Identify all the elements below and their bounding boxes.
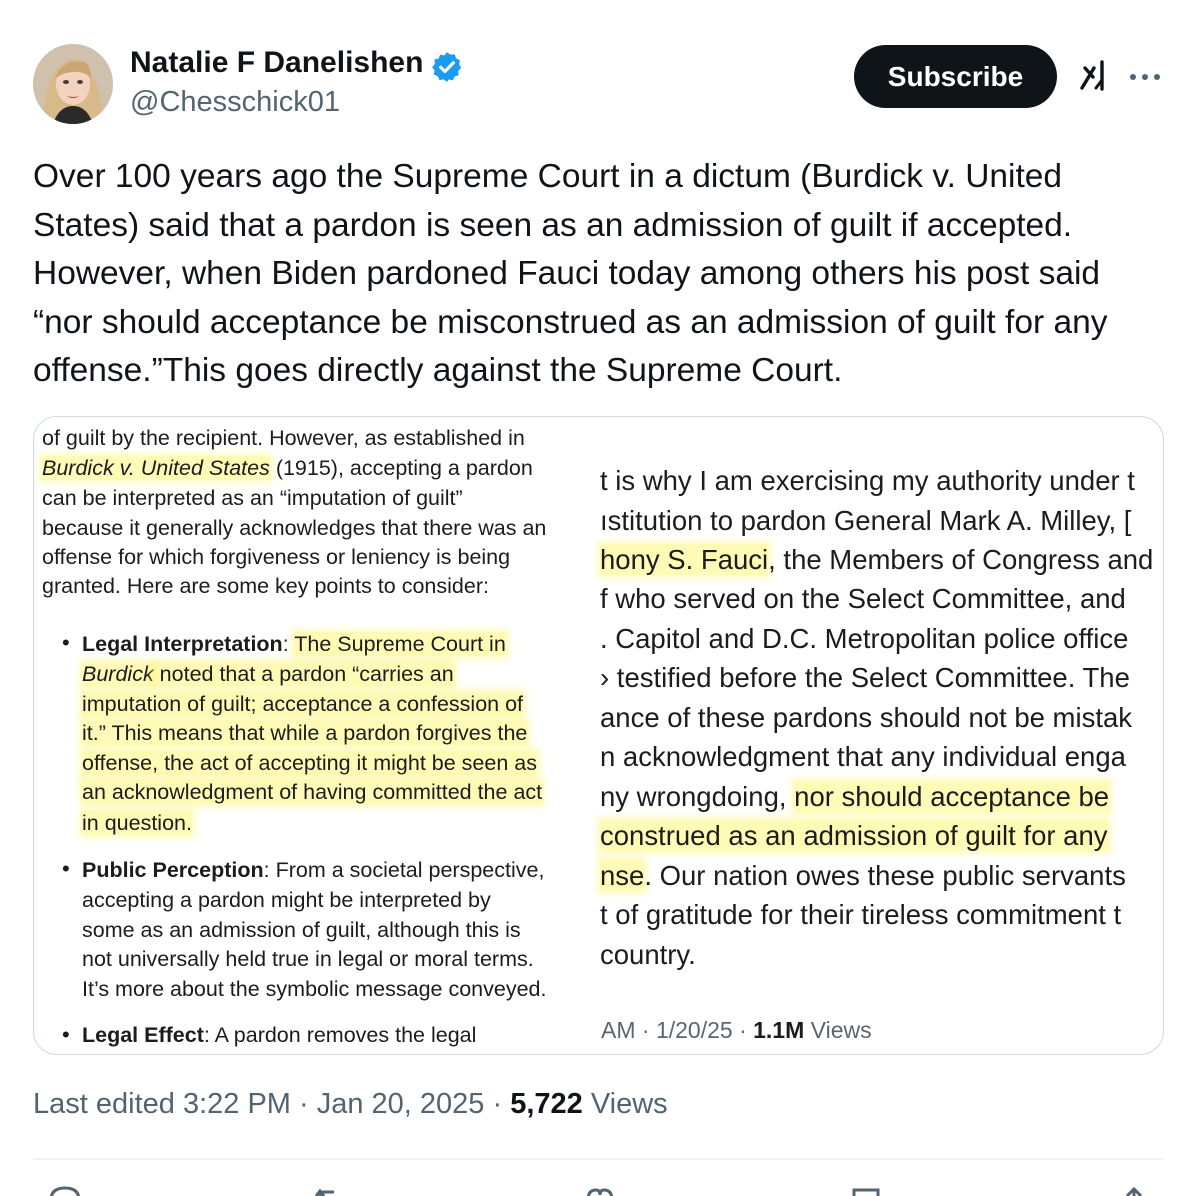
left-p1-line: offense for which forgiveness or lenienc… <box>42 545 511 569</box>
right-line: country. <box>600 939 696 970</box>
tweet-media-image[interactable]: of guilt by the recipient. However, as e… <box>33 416 1164 1055</box>
bullet-line: accepting a pardon might be interpreted … <box>82 888 491 912</box>
left-p1-line: Burdick v. United States (1915), accepti… <box>42 456 533 481</box>
tweet-meta: Last edited 3:22 PM · Jan 20, 2025 · 5,7… <box>33 1088 668 1121</box>
right-line: ance of these pardons should not be mist… <box>600 702 1133 733</box>
embedded-post-views: 1.1M <box>753 1017 805 1043</box>
right-line: ny wrongdoing, nor should acceptance be <box>600 781 1110 813</box>
bullet-line: offense, the act of accepting it might b… <box>82 751 537 776</box>
right-line: t is why I am exercising my authority un… <box>600 465 1135 496</box>
bookmark-icon[interactable] <box>846 1180 886 1196</box>
author-name[interactable]: Natalie F Danelishen <box>130 46 423 80</box>
right-line: n acknowledgment that any individual eng… <box>600 741 1126 772</box>
left-case-name: Burdick v. United States <box>42 456 270 480</box>
like-icon[interactable] <box>580 1180 620 1196</box>
bullet-line: an acknowledgment of having committed th… <box>82 780 543 805</box>
left-text-fragment: noted that a pardon “carries an <box>153 662 454 686</box>
views-label: Views <box>582 1088 668 1120</box>
verified-badge-icon <box>432 52 462 82</box>
embedded-post-time: AM · 1/20/25 · <box>601 1017 754 1043</box>
embedded-post-meta: AM · 1/20/25 · 1.1M Views <box>601 1017 872 1044</box>
right-line: hony S. Fauci, the Members of Congress a… <box>600 544 1153 576</box>
right-text-fragment: construed as an admission of guilt for a… <box>600 820 1108 851</box>
bullet-dot: • <box>62 856 70 881</box>
left-text-fragment: in question. <box>82 811 192 835</box>
left-p1-line: can be interpreted as an “imputation of … <box>42 486 463 510</box>
right-text-fragment: hony S. Fauci <box>600 544 769 575</box>
left-text-fragment: From a societal perspective, <box>269 858 545 882</box>
bullet-line: Legal Interpretation: The Supreme Court … <box>82 632 506 657</box>
media-left-panel: of guilt by the recipient. However, as e… <box>34 417 586 1054</box>
subscribe-button[interactable]: Subscribe <box>854 45 1057 108</box>
left-text-fragment: offense, the act of accepting it might b… <box>82 751 537 775</box>
left-text-fragment: it.” This means that while a pardon forg… <box>82 721 528 745</box>
retweet-icon[interactable] <box>310 1180 350 1196</box>
right-line: nse. Our nation owes these public servan… <box>600 860 1126 892</box>
media-right-panel: t is why I am exercising my authority un… <box>586 417 1163 1054</box>
author-handle[interactable]: @Chesschick01 <box>130 86 340 119</box>
left-text-fragment: an acknowledgment of having committed th… <box>82 780 543 804</box>
bullet-line: Public Perception: From a societal persp… <box>82 858 544 883</box>
right-text-fragment: . Our nation owes these public servants <box>644 860 1126 891</box>
avatar[interactable] <box>33 44 113 124</box>
right-text-fragment: nor should acceptance be <box>794 781 1110 812</box>
right-line: › testified before the Select Committee.… <box>600 662 1130 693</box>
divider <box>33 1158 1164 1160</box>
bullet-line: imputation of guilt; acceptance a confes… <box>82 692 524 717</box>
more-icon[interactable] <box>1128 72 1162 82</box>
bullet-line: Legal Effect: A pardon removes the legal <box>82 1023 476 1048</box>
left-case-name: Burdick <box>82 662 154 686</box>
left-text-fragment: imputation of guilt; acceptance a confes… <box>82 692 524 716</box>
right-line: ıstitution to pardon General Mark A. Mil… <box>600 505 1132 536</box>
bullet-line: some as an admission of guilt, although … <box>82 918 521 942</box>
bullet-title: Legal Effect <box>82 1023 204 1047</box>
left-text-fragment: : <box>282 632 295 656</box>
left-p1-line: of guilt by the recipient. However, as e… <box>42 426 525 450</box>
share-icon[interactable] <box>1114 1180 1154 1196</box>
grok-icon[interactable] <box>1076 58 1112 94</box>
left-p1-line: granted. Here are some key points to con… <box>42 574 489 598</box>
right-line: t of gratitude for their tireless commit… <box>600 899 1122 930</box>
left-text-fragment: (1915), accepting a pardon <box>269 456 533 480</box>
bullet-line: it.” This means that while a pardon forg… <box>82 721 528 746</box>
left-p1-line: because it generally acknowledges that t… <box>42 516 547 540</box>
tweet-text: Over 100 years ago the Supreme Court in … <box>33 158 1108 389</box>
bullet-line: in question. <box>82 811 192 836</box>
bullet-line: not universally held true in legal or mo… <box>82 947 534 971</box>
bullet-line: Burdick noted that a pardon “carries an <box>82 662 454 687</box>
bullet-line: It’s more about the symbolic message con… <box>82 977 547 1001</box>
right-line: f who served on the Select Committee, an… <box>600 583 1126 614</box>
right-text-fragment: ny wrongdoing, <box>600 781 795 812</box>
right-line: construed as an admission of guilt for a… <box>600 820 1108 852</box>
right-line: . Capitol and D.C. Metropolitan police o… <box>600 623 1129 654</box>
reply-icon[interactable] <box>45 1180 85 1196</box>
right-text-fragment: , the Members of Congress and <box>768 544 1154 575</box>
left-text-fragment: The Supreme Court in <box>294 632 506 656</box>
left-text-fragment: A pardon removes the legal <box>209 1023 477 1047</box>
bullet-dot: • <box>62 630 70 655</box>
edited-timestamp[interactable]: Last edited 3:22 PM · Jan 20, 2025 · <box>33 1088 510 1120</box>
embedded-post-views-label: Views <box>804 1017 872 1043</box>
right-text-fragment: nse <box>600 860 645 891</box>
bullet-title: Public Perception <box>82 858 264 882</box>
views-count: 5,722 <box>510 1088 583 1120</box>
bullet-title: Legal Interpretation <box>82 632 283 656</box>
bullet-dot: • <box>62 1022 70 1047</box>
avatar-image <box>33 44 113 124</box>
